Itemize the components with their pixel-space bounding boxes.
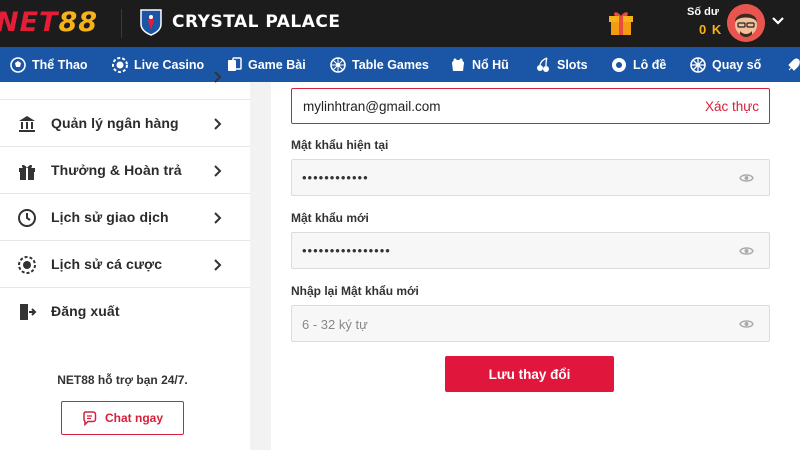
cherry-icon [537, 56, 549, 72]
sidebar-item-label: Lịch sử cá cược [51, 256, 163, 272]
roulette-icon [330, 56, 346, 73]
email-field[interactable]: mylinhtran@gmail.com Xác thực [291, 88, 770, 124]
sidebar-item-bet-history[interactable]: Lịch sử cá cược [0, 241, 250, 288]
balance-value: 0 K [699, 22, 723, 37]
new-password-input[interactable]: •••••••••••••••• [291, 232, 770, 269]
confirm-password-input[interactable]: 6 - 32 ký tự [291, 305, 770, 342]
sidebar-item-logout[interactable]: Đăng xuất [0, 288, 250, 335]
sidebar-item-transaction-history[interactable]: Lịch sử giao dịch [0, 194, 250, 241]
lottery-ball-icon [612, 57, 626, 72]
wheel-icon [690, 56, 706, 73]
new-password-label: Mật khẩu mới [291, 211, 369, 225]
user-avatar[interactable] [727, 4, 765, 42]
nav-item-label: Lô đề [633, 57, 667, 72]
balance-label: Số dư [687, 6, 719, 18]
gift-icon[interactable] [608, 9, 634, 37]
nav-item-label: Nổ Hũ [472, 57, 509, 72]
nav-item-label: Game Bài [248, 57, 306, 72]
nav-item-label: Quay số [712, 57, 762, 72]
save-changes-button[interactable]: Lưu thay đổi [445, 356, 614, 392]
current-password-value: •••••••••••• [302, 170, 369, 185]
gift-icon [19, 164, 35, 180]
crystal-palace-crest-icon [140, 9, 162, 36]
sidebar-item-bank[interactable]: Quản lý ngân hàng [0, 100, 250, 147]
avatar-face-icon [727, 4, 765, 42]
account-sidebar: Quản lý ngân hàng Thưởng & Hoàn trả Lịch… [0, 71, 250, 450]
chat-now-button[interactable]: Chat ngay [61, 401, 184, 435]
verify-button[interactable]: Xác thực [705, 99, 759, 114]
net88-logo[interactable]: NET88 [0, 7, 98, 39]
bank-icon [19, 116, 35, 132]
eye-icon[interactable] [739, 172, 754, 184]
nav-item-table-games[interactable]: Table Games [330, 47, 429, 82]
rocket-icon [788, 57, 800, 71]
chevron-right-icon [214, 118, 222, 130]
chevron-right-icon [214, 259, 222, 271]
history-icon [18, 209, 36, 227]
nav-item-label: Slots [557, 57, 588, 72]
chevron-right-icon [214, 165, 222, 177]
chevron-right-icon [214, 212, 222, 224]
chevron-down-icon[interactable] [771, 14, 785, 28]
bet-history-icon [18, 256, 36, 274]
confirm-password-label: Nhập lại Mật khẩu mới [291, 284, 419, 298]
logo-text-main: NET [0, 7, 59, 38]
sidebar-item-label: Đăng xuất [51, 303, 120, 319]
chat-now-label: Chat ngay [104, 411, 163, 425]
slot-icon [452, 58, 464, 71]
eye-icon[interactable] [739, 318, 754, 330]
logo-text-accent: 88 [58, 7, 99, 38]
logout-icon [20, 304, 37, 320]
nav-item-more[interactable] [786, 47, 800, 82]
sidebar-item-label: Quản lý ngân hàng [51, 115, 179, 131]
sidebar-item-rewards[interactable]: Thưởng & Hoàn trả [0, 147, 250, 194]
eye-icon[interactable] [739, 245, 754, 257]
top-header: NET88 CRYSTAL PALACE Số dư 0 K [0, 0, 800, 47]
header-divider [121, 9, 122, 38]
change-password-panel: mylinhtran@gmail.com Xác thực Mật khẩu h… [271, 82, 800, 450]
nav-item-quay-so[interactable]: Quay số [690, 47, 761, 82]
current-password-input[interactable]: •••••••••••• [291, 159, 770, 196]
chat-bubble-icon [83, 410, 97, 426]
nav-item-slots[interactable]: Slots [535, 47, 588, 82]
nav-item-label: Table Games [352, 57, 429, 72]
nav-item-lo-de[interactable]: Lô đề [611, 47, 666, 82]
support-text: NET88 hỗ trợ bạn 24/7. [57, 373, 188, 387]
sidebar-item-label: Thưởng & Hoàn trả [51, 162, 182, 178]
nav-item-no-hu[interactable]: Nổ Hũ [450, 47, 509, 82]
confirm-password-placeholder: 6 - 32 ký tự [302, 317, 368, 332]
current-password-label: Mật khẩu hiện tại [291, 138, 389, 152]
sidebar-item-label: Lịch sử giao dịch [51, 209, 169, 225]
partner-name: CRYSTAL PALACE [172, 12, 341, 32]
sidebar-item-partial[interactable] [0, 53, 250, 100]
new-password-value: •••••••••••••••• [302, 243, 391, 258]
email-value: mylinhtran@gmail.com [303, 99, 441, 114]
chevron-right-icon [214, 71, 222, 83]
